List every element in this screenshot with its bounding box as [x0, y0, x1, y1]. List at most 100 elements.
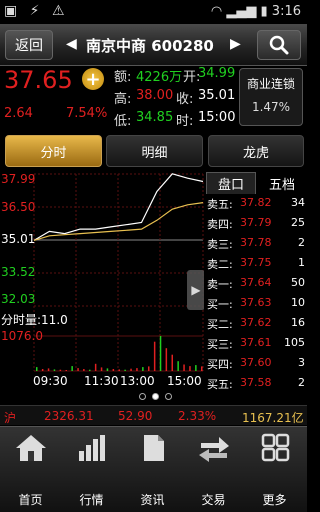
- status-bar: ▣ ⚡ ⚠ ◠ ▂▄▆ ▮ 3:16: [0, 0, 307, 24]
- x-label-1500: 15:00: [167, 374, 202, 388]
- amount-value: 4226万: [136, 70, 183, 85]
- order-row: 卖二: 37.75 1: [204, 256, 307, 276]
- order-label: 买三:: [207, 338, 233, 351]
- tab-dragon-tiger[interactable]: 龙虎: [208, 135, 304, 167]
- order-volume: 2: [298, 376, 305, 389]
- stock-name: 南京中商: [86, 37, 147, 55]
- volume-bar: [136, 368, 138, 371]
- y-label-upper: 36.50: [1, 200, 36, 214]
- tab-detail[interactable]: 明细: [106, 135, 203, 167]
- document-icon: [144, 435, 164, 461]
- page-indicator: [137, 393, 177, 403]
- price-change-pct: 7.54%: [66, 106, 108, 121]
- volume-bar: [77, 368, 79, 371]
- order-volume: 2: [298, 236, 305, 249]
- exchange-icon: [199, 437, 229, 462]
- nav-trade-label: 交易: [201, 493, 226, 507]
- order-volume: 16: [291, 316, 305, 329]
- page-dot-3: [165, 393, 172, 400]
- x-label-1130: 11:30: [84, 374, 119, 388]
- volume-bar: [112, 369, 115, 371]
- nav-home[interactable]: 首页: [0, 427, 61, 512]
- tab-timeshare[interactable]: 分时: [5, 135, 102, 167]
- volume-bar: [71, 366, 73, 371]
- volume-bar: [65, 370, 67, 371]
- order-price: 37.75: [240, 256, 272, 269]
- y-label-mid: 35.01: [1, 232, 36, 246]
- order-row: 买二: 37.62 16: [204, 316, 307, 336]
- page-dot-1: [139, 393, 146, 400]
- volume-bar: [106, 368, 109, 371]
- open-value: 34.99: [198, 66, 236, 81]
- order-row: 卖五: 37.82 34: [204, 196, 307, 216]
- order-label: 卖三:: [207, 238, 233, 251]
- ticker-market: 沪: [4, 411, 17, 425]
- view-tabs: 分时 明细 龙虎: [0, 133, 307, 169]
- ticker-pct: 2.33%: [178, 409, 217, 423]
- header: 返回 ◀ 南京中商 600280 ▶: [0, 24, 307, 66]
- page-dot-2: [152, 393, 159, 400]
- nav-more[interactable]: 更多: [244, 427, 305, 512]
- volume-bars: [36, 336, 203, 371]
- order-price: 37.62: [240, 316, 272, 329]
- order-row: 买五: 37.58 2: [204, 376, 307, 396]
- nav-market[interactable]: 行情: [61, 427, 122, 512]
- order-price: 37.58: [240, 376, 272, 389]
- y-label-lower: 33.52: [1, 265, 36, 279]
- back-button[interactable]: 返回: [5, 30, 53, 60]
- x-label-1300: 13:00: [120, 374, 155, 388]
- price-change: 2.64: [4, 106, 33, 121]
- ticker-amount: 1167.21亿: [242, 411, 304, 425]
- order-volume: 50: [291, 276, 305, 289]
- bottom-nav: 首页 行情 资讯 交易 更多: [0, 426, 307, 512]
- volume-bar: [41, 369, 44, 371]
- close-label: 收:: [176, 92, 194, 107]
- volume-bar: [47, 368, 50, 371]
- volume-max-label: 1076.0: [1, 329, 43, 343]
- tab-five-levels[interactable]: 五档: [258, 172, 306, 194]
- y-label-high: 37.99: [1, 172, 36, 186]
- volume-bar: [159, 336, 162, 371]
- battery-icon: ▮: [260, 4, 268, 19]
- stock-code: 600280: [151, 37, 214, 55]
- volume-bar: [124, 369, 126, 371]
- volume-bar: [36, 367, 38, 371]
- expand-chart-handle[interactable]: ▶: [187, 270, 205, 310]
- order-price: 37.61: [240, 336, 272, 349]
- bar-chart-icon: [79, 435, 105, 461]
- notification-icons: ▣ ⚡ ⚠: [4, 3, 69, 19]
- volume-bar: [171, 354, 173, 371]
- search-icon: [269, 35, 289, 55]
- add-watchlist-icon[interactable]: +: [82, 68, 104, 90]
- order-label: 买二:: [207, 318, 233, 331]
- ticker-change: 52.90: [118, 409, 153, 423]
- tab-handicap[interactable]: 盘口: [206, 172, 256, 194]
- volume-bar: [153, 341, 156, 371]
- search-button[interactable]: [257, 30, 301, 60]
- intraday-chart[interactable]: 37.99 36.50 35.01 33.52 32.03 分时量:11.0 1…: [0, 170, 204, 395]
- volume-bar: [183, 364, 185, 371]
- next-stock-icon[interactable]: ▶: [230, 36, 241, 52]
- order-row: 卖一: 37.64 50: [204, 276, 307, 296]
- volume-bar: [195, 365, 197, 371]
- home-icon: [16, 435, 46, 461]
- nav-news[interactable]: 资讯: [122, 427, 183, 512]
- index-ticker[interactable]: 沪 2326.31 52.90 2.33% 1167.21亿: [0, 405, 307, 425]
- order-row: 卖四: 37.79 25: [204, 216, 307, 236]
- time-value: 15:00: [198, 110, 236, 125]
- nav-trade[interactable]: 交易: [183, 427, 244, 512]
- prev-stock-icon[interactable]: ◀: [66, 36, 77, 52]
- volume-bar: [53, 369, 56, 371]
- signal-icon: ▂▄▆: [226, 4, 257, 19]
- order-volume: 10: [291, 296, 305, 309]
- status-right: ◠ ▂▄▆ ▮ 3:16: [211, 4, 301, 19]
- order-row: 卖三: 37.78 2: [204, 236, 307, 256]
- sector-box[interactable]: 商业连锁 1.47%: [239, 68, 303, 126]
- order-price: 37.82: [240, 196, 272, 209]
- volume-bar: [89, 369, 91, 371]
- volume-bar: [142, 367, 144, 371]
- nav-more-label: 更多: [262, 493, 287, 507]
- nav-market-label: 行情: [79, 493, 104, 507]
- volume-bar: [100, 367, 103, 371]
- order-row: 买一: 37.63 10: [204, 296, 307, 316]
